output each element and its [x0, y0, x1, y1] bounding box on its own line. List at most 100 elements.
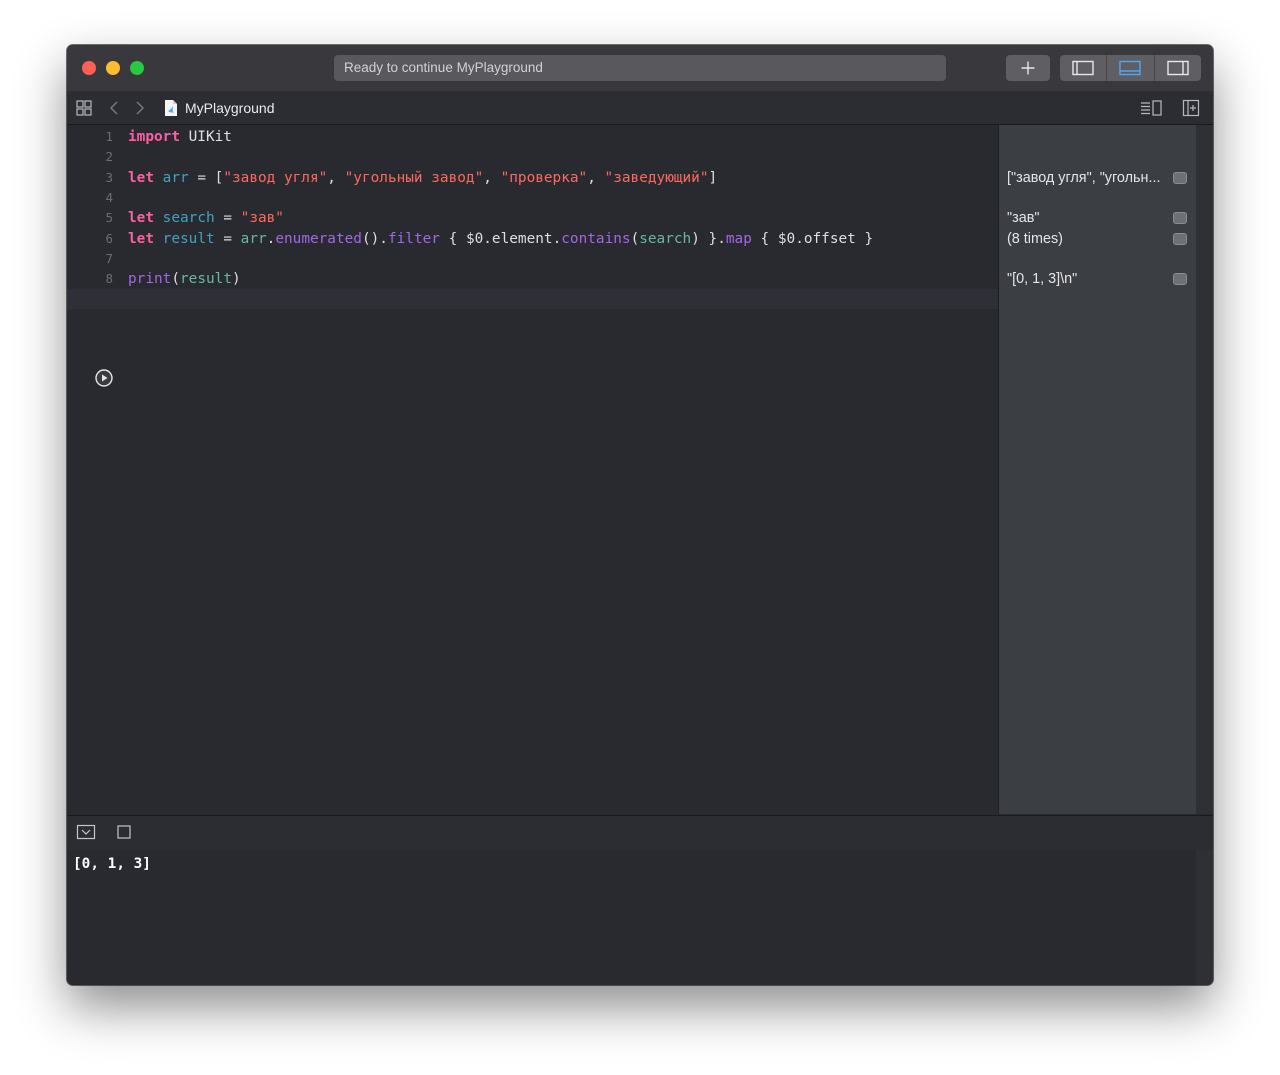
add-editor-button[interactable]	[1182, 91, 1200, 124]
code-token: = [	[188, 169, 224, 186]
code-line: let search = "зав"	[128, 208, 284, 228]
console-output: [0, 1, 3]	[73, 856, 151, 872]
code-token: search	[639, 230, 692, 247]
forward-button[interactable]	[133, 91, 147, 124]
code-token: ,	[587, 169, 605, 186]
breadcrumb-label: MyPlayground	[185, 99, 275, 116]
line-number: 8	[105, 271, 113, 287]
line-number: 6	[105, 230, 113, 246]
source-editor[interactable]: 1 import UIKit 2 3 let arr = ["завод угля", …	[67, 125, 998, 814]
code-token: let	[128, 230, 154, 247]
code-token: (	[630, 230, 640, 247]
playground-window: Ready to continue MyPlayground MyPlaygro…	[67, 45, 1213, 985]
code-line: print(result)	[128, 269, 241, 289]
code-token: result	[180, 271, 232, 288]
result-value-row: "[0, 1, 3]\n"	[1007, 269, 1197, 289]
code-line: let arr = ["завод угля", "угольный завод…	[128, 168, 717, 188]
result-value: ["завод угля", "угольн...	[1007, 169, 1161, 186]
back-button[interactable]	[107, 91, 121, 124]
toggle-debug-area-button[interactable]	[1107, 55, 1155, 81]
show-result-icon[interactable]	[1173, 212, 1187, 225]
collapse-debug-area-icon	[76, 824, 96, 840]
code-token: print	[128, 271, 172, 288]
results-scrollbar[interactable]	[1196, 125, 1213, 814]
chevron-left-icon	[110, 101, 118, 114]
hide-inspector-icon	[1167, 60, 1189, 76]
result-value-row: (8 times)	[1007, 229, 1197, 249]
toggle-navigator-button[interactable]	[1060, 55, 1108, 81]
code-token: arr	[162, 169, 189, 186]
title-bar: Ready to continue MyPlayground	[67, 45, 1213, 92]
code-token: =	[214, 230, 241, 247]
code-token: arr	[240, 230, 267, 247]
square-icon	[117, 825, 131, 839]
code-token: ) }.	[691, 230, 726, 247]
library-add-button[interactable]	[1006, 55, 1050, 81]
code-token: ]	[708, 169, 718, 186]
jump-bar: MyPlayground	[67, 91, 1213, 125]
result-value-row: "зав"	[1007, 208, 1197, 228]
show-result-icon[interactable]	[1173, 171, 1187, 184]
line-number: 3	[105, 169, 113, 185]
hide-debug-area-button[interactable]	[76, 824, 96, 845]
breadcrumb[interactable]: MyPlayground	[163, 91, 275, 124]
code-token: let	[128, 169, 154, 186]
code-token: contains	[561, 230, 631, 247]
code-token: { $0.offset }	[751, 230, 874, 247]
activity-status: Ready to continue MyPlayground	[334, 55, 946, 81]
swift-file-icon	[165, 99, 177, 116]
related-items-button[interactable]	[75, 91, 93, 124]
result-value: "зав"	[1007, 210, 1040, 227]
code-token: filter	[387, 230, 440, 247]
code-token: { $0.element.	[439, 230, 562, 247]
toggle-inspector-button[interactable]	[1155, 55, 1201, 81]
chevron-right-icon	[136, 101, 144, 114]
grid-icon	[76, 99, 92, 116]
code-line: import UIKit	[128, 127, 232, 147]
hide-navigator-icon	[1072, 60, 1094, 76]
code-token: ().	[361, 230, 388, 247]
code-token: ,	[327, 169, 345, 186]
add-editor-icon	[1182, 99, 1200, 116]
code-token: (	[171, 271, 180, 288]
editor-options-button[interactable]	[1139, 91, 1163, 124]
code-token: "завод угля"	[223, 169, 328, 186]
code-token: import	[128, 129, 180, 145]
results-sidebar: ["завод угля", "угольн... "зав" (8 times) "…	[998, 125, 1197, 814]
code-token: search	[162, 210, 215, 227]
line-number: 7	[105, 250, 113, 266]
code-token: "проверка"	[500, 169, 588, 186]
code-token: result	[162, 230, 215, 247]
play-icon	[95, 369, 113, 387]
minimize-window-button[interactable]	[106, 61, 120, 75]
clear-console-button[interactable]	[117, 825, 131, 844]
show-result-icon[interactable]	[1173, 273, 1187, 286]
editor-options-icon	[1141, 99, 1162, 116]
close-window-button[interactable]	[82, 61, 96, 75]
plus-icon	[1021, 61, 1035, 75]
code-token: map	[725, 230, 752, 247]
code-token: let	[128, 210, 154, 227]
code-token: "угольный завод"	[344, 169, 484, 186]
hide-debug-area-icon	[1119, 60, 1142, 76]
code-token: UIKit	[179, 129, 232, 145]
current-line-highlight	[67, 289, 998, 309]
result-value: (8 times)	[1007, 230, 1063, 247]
code-token: =	[214, 210, 241, 227]
line-number: 1	[105, 129, 113, 144]
console-area[interactable]: [0, 1, 3]	[67, 850, 1196, 985]
debug-bar	[67, 815, 1213, 851]
view-toggle-group	[1060, 55, 1201, 81]
show-result-icon[interactable]	[1173, 232, 1187, 245]
run-playground-button[interactable]	[95, 369, 113, 387]
result-value: "[0, 1, 3]\n"	[1007, 271, 1078, 288]
code-token: "заведующий"	[604, 169, 709, 186]
line-number: 2	[105, 149, 113, 165]
console-scrollbar[interactable]	[1196, 850, 1213, 985]
code-token: enumerated	[275, 230, 362, 247]
code-token: "зав"	[240, 210, 284, 227]
zoom-window-button[interactable]	[130, 61, 144, 75]
